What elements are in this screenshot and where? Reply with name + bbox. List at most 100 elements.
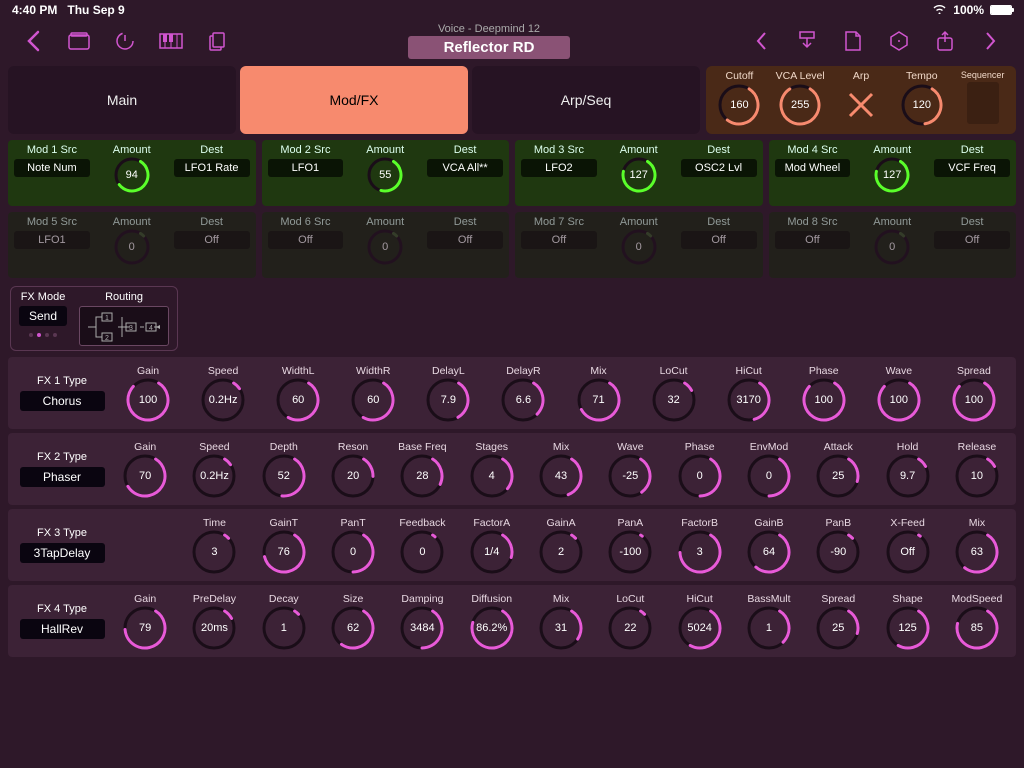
fx-knob-wave[interactable]: 100 <box>877 378 921 422</box>
mod-src-selector[interactable]: Off <box>775 231 851 249</box>
share-icon[interactable] <box>930 26 960 56</box>
fx-knob-delayl[interactable]: 7.9 <box>426 378 470 422</box>
mod-amount-knob[interactable]: 127 <box>621 157 657 193</box>
mod-amount-knob[interactable]: 0 <box>874 229 910 265</box>
mod-src-selector[interactable]: Off <box>268 231 344 249</box>
fx-knob-release[interactable]: 10 <box>955 454 999 498</box>
mod-src-selector[interactable]: Off <box>521 231 597 249</box>
fx-knob-locut[interactable]: 22 <box>608 606 652 650</box>
mod-amount-knob[interactable]: 0 <box>621 229 657 265</box>
fx-knob-spread[interactable]: 100 <box>952 378 996 422</box>
mod-src-selector[interactable]: Note Num <box>14 159 90 177</box>
fx-knob-phase[interactable]: 100 <box>802 378 846 422</box>
mod-src-selector[interactable]: LFO1 <box>14 231 90 249</box>
fx-knob-size[interactable]: 62 <box>331 606 375 650</box>
fx-knob-gain[interactable]: 70 <box>123 454 167 498</box>
fx-knob-modspeed[interactable]: 85 <box>955 606 999 650</box>
knob-icon[interactable] <box>110 26 140 56</box>
mod-dest-selector[interactable]: Off <box>174 231 250 249</box>
fx-knob-time[interactable]: 3 <box>192 530 236 574</box>
mod-amount-knob[interactable]: 94 <box>114 157 150 193</box>
mod-dest-selector[interactable]: Off <box>934 231 1010 249</box>
fx-knob-panb[interactable]: -90 <box>816 530 860 574</box>
dice-icon[interactable] <box>884 26 914 56</box>
fx-knob-gaint[interactable]: 76 <box>262 530 306 574</box>
mod-src-selector[interactable]: LFO2 <box>521 159 597 177</box>
fx-type-selector[interactable]: 3TapDelay <box>20 543 105 563</box>
fx-type-selector[interactable]: HallRev <box>20 619 105 639</box>
mod-src-selector[interactable]: LFO1 <box>268 159 344 177</box>
fx-type-selector[interactable]: Phaser <box>20 467 105 487</box>
tab-modfx[interactable]: Mod/FX <box>240 66 468 134</box>
piano-icon[interactable] <box>156 26 186 56</box>
fx-knob-locut[interactable]: 32 <box>652 378 696 422</box>
fx-mode-selector[interactable]: Send <box>19 306 67 326</box>
fx-knob-damping[interactable]: 3484 <box>400 606 444 650</box>
fx-type-selector[interactable]: Chorus <box>20 391 105 411</box>
fx-knob-gainb[interactable]: 64 <box>747 530 791 574</box>
copy-icon[interactable] <box>202 26 232 56</box>
fx-knob-shape[interactable]: 125 <box>886 606 930 650</box>
fx-knob-spread[interactable]: 25 <box>816 606 860 650</box>
mod-amount-knob[interactable]: 0 <box>367 229 403 265</box>
fx-knob-delayr[interactable]: 6.6 <box>501 378 545 422</box>
mod-dest-selector[interactable]: LFO1 Rate <box>174 159 250 177</box>
prev-patch-button[interactable] <box>746 26 776 56</box>
fx-knob-attack[interactable]: 25 <box>816 454 860 498</box>
back-button[interactable] <box>18 26 48 56</box>
tab-arpseq[interactable]: Arp/Seq <box>472 66 700 134</box>
fx-knob-speed[interactable]: 0.2Hz <box>192 454 236 498</box>
fx-knob-hold[interactable]: 9.7 <box>886 454 930 498</box>
fx-knob-reson[interactable]: 20 <box>331 454 375 498</box>
fx-knob-factora[interactable]: 1/4 <box>470 530 514 574</box>
fx-knob-stages[interactable]: 4 <box>470 454 514 498</box>
fx-knob-gain[interactable]: 100 <box>126 378 170 422</box>
arp-toggle[interactable] <box>844 84 878 126</box>
fx-knob-pant[interactable]: 0 <box>331 530 375 574</box>
fx-knob-gaina[interactable]: 2 <box>539 530 583 574</box>
fx-knob-speed[interactable]: 0.2Hz <box>201 378 245 422</box>
patch-name[interactable]: Reflector RD <box>408 36 571 59</box>
fx-knob-depth[interactable]: 52 <box>262 454 306 498</box>
mod-amount-knob[interactable]: 55 <box>367 157 403 193</box>
perf-knob-cutoff[interactable]: 160 <box>718 84 760 126</box>
fx-knob-pana[interactable]: -100 <box>608 530 652 574</box>
next-patch-button[interactable] <box>976 26 1006 56</box>
tab-main[interactable]: Main <box>8 66 236 134</box>
fx-knob-feedback[interactable]: 0 <box>400 530 444 574</box>
new-icon[interactable] <box>838 26 868 56</box>
mod-dest-selector[interactable]: Off <box>681 231 757 249</box>
fx-knob-widthr[interactable]: 60 <box>351 378 395 422</box>
fx-knob-mix[interactable]: 43 <box>539 454 583 498</box>
fx-knob-factorb[interactable]: 3 <box>678 530 722 574</box>
mod-dest-selector[interactable]: Off <box>427 231 503 249</box>
mod-src-selector[interactable]: Mod Wheel <box>775 159 851 177</box>
fx-knob-x-feed[interactable]: Off <box>886 530 930 574</box>
fx-knob-widthl[interactable]: 60 <box>276 378 320 422</box>
fx-knob-phase[interactable]: 0 <box>678 454 722 498</box>
mod-amount-knob[interactable]: 127 <box>874 157 910 193</box>
fx-knob-hicut[interactable]: 5024 <box>678 606 722 650</box>
fx-knob-mix[interactable]: 71 <box>577 378 621 422</box>
fx-knob-decay[interactable]: 1 <box>262 606 306 650</box>
perf-knob-tempo[interactable]: 120 <box>901 84 943 126</box>
fx-knob-mix[interactable]: 63 <box>955 530 999 574</box>
fx-knob-mix[interactable]: 31 <box>539 606 583 650</box>
mod-dest-selector[interactable]: VCF Freq <box>934 159 1010 177</box>
routing-diagram[interactable]: 1 2 3 4 <box>79 306 169 346</box>
fx-knob-hicut[interactable]: 3170 <box>727 378 771 422</box>
mod-amount-knob[interactable]: 0 <box>114 229 150 265</box>
save-icon[interactable] <box>792 26 822 56</box>
fx-knob-wave[interactable]: -25 <box>608 454 652 498</box>
mod-dest-selector[interactable]: OSC2 Lvl <box>681 159 757 177</box>
perf-knob-vca level[interactable]: 255 <box>779 84 821 126</box>
fx-knob-bassmult[interactable]: 1 <box>747 606 791 650</box>
fx-knob-base freq[interactable]: 28 <box>400 454 444 498</box>
fx-knob-predelay[interactable]: 20ms <box>192 606 236 650</box>
folder-icon[interactable] <box>64 26 94 56</box>
fx-knob-gain[interactable]: 79 <box>123 606 167 650</box>
fx-knob-envmod[interactable]: 0 <box>747 454 791 498</box>
sequencer-button[interactable] <box>967 82 999 124</box>
fx-knob-diffusion[interactable]: 86.2% <box>470 606 514 650</box>
mod-dest-selector[interactable]: VCA All** <box>427 159 503 177</box>
